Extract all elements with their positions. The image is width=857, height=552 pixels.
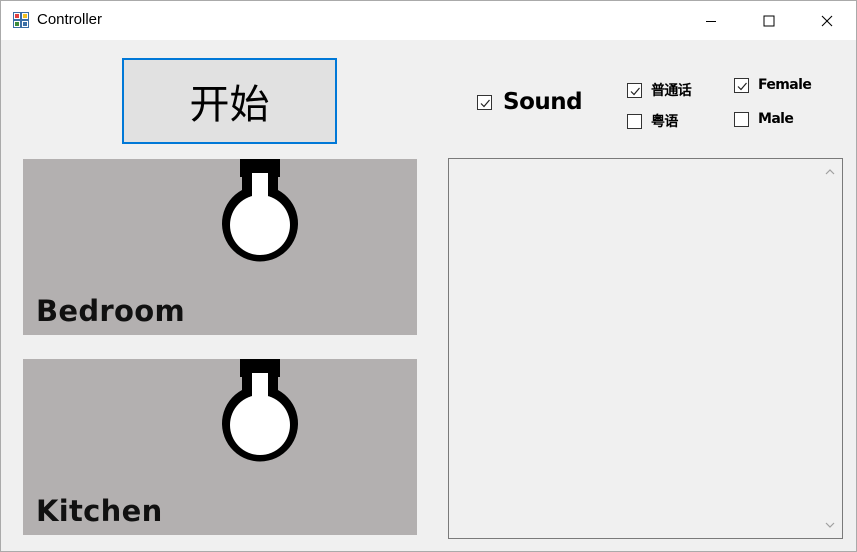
maximize-button[interactable] xyxy=(740,1,798,40)
checkmark-icon xyxy=(630,87,640,95)
male-checkbox[interactable]: Male xyxy=(734,111,794,127)
bedroom-panel[interactable]: Bedroom xyxy=(23,159,417,335)
sound-label: Sound xyxy=(503,89,583,115)
chevron-down-icon xyxy=(825,522,835,528)
controller-window: Controller 开始 Sound 普通话 粤语 Female Male B… xyxy=(0,0,857,552)
mandarin-label: 普通话 xyxy=(651,83,692,99)
male-check-box[interactable] xyxy=(734,111,749,127)
bedroom-label: Bedroom xyxy=(36,294,185,328)
lightbulb-icon xyxy=(222,359,298,462)
female-check-box[interactable] xyxy=(734,77,749,93)
checkmark-icon xyxy=(737,82,747,90)
checkmark-icon xyxy=(480,99,490,107)
scroll-up-button[interactable] xyxy=(819,161,841,183)
mandarin-checkbox[interactable]: 普通话 xyxy=(627,80,692,100)
log-textbox[interactable] xyxy=(448,158,843,539)
cantonese-label: 粤语 xyxy=(651,114,678,130)
sound-checkbox[interactable]: Sound xyxy=(477,89,583,115)
male-label: Male xyxy=(758,111,794,127)
sound-check-box[interactable] xyxy=(477,94,492,110)
start-button[interactable]: 开始 xyxy=(122,58,337,144)
maximize-icon xyxy=(763,15,775,26)
close-button[interactable] xyxy=(798,1,856,40)
log-scrollbar[interactable] xyxy=(819,159,841,538)
app-icon xyxy=(13,12,29,28)
chevron-up-icon xyxy=(825,169,835,175)
cantonese-check-box[interactable] xyxy=(627,113,642,129)
minimize-button[interactable] xyxy=(682,1,740,40)
title-bar[interactable]: Controller xyxy=(1,1,856,40)
female-checkbox[interactable]: Female xyxy=(734,77,812,93)
cantonese-checkbox[interactable]: 粤语 xyxy=(627,111,678,131)
scroll-down-button[interactable] xyxy=(819,514,841,536)
window-title: Controller xyxy=(37,11,103,28)
kitchen-panel[interactable]: Kitchen xyxy=(23,359,417,535)
minimize-icon xyxy=(706,20,716,22)
kitchen-label: Kitchen xyxy=(36,494,163,528)
mandarin-check-box[interactable] xyxy=(627,82,642,98)
lightbulb-icon xyxy=(222,159,298,262)
close-icon xyxy=(821,15,833,26)
female-label: Female xyxy=(758,77,812,93)
